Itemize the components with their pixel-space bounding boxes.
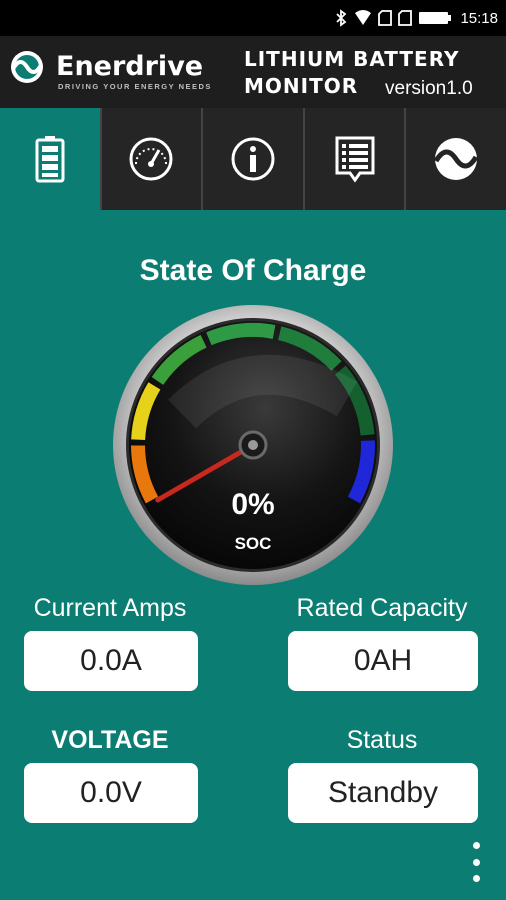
speedometer-icon	[129, 137, 173, 181]
list-icon	[335, 136, 375, 183]
sim-icon	[378, 10, 393, 26]
status-label: Status	[346, 726, 418, 754]
clock: 15:18	[460, 9, 498, 27]
tab-speedometer[interactable]	[99, 108, 202, 210]
overflow-dot	[472, 875, 480, 882]
sim2-icon	[398, 10, 413, 26]
brand-tagline: DRIVING YOUR ENERGY NEEDS	[58, 82, 212, 91]
soc-label: SOC	[234, 534, 272, 553]
status-value: Standby	[288, 763, 478, 823]
app-title-line1: LITHIUM BATTERY	[244, 47, 460, 71]
tab-bar	[0, 108, 506, 210]
app-version: version1.0	[385, 78, 473, 99]
overflow-menu-button[interactable]	[466, 842, 486, 882]
soc-value: 0%	[231, 488, 275, 521]
enerdrive-logo-icon	[11, 51, 43, 83]
info-icon	[231, 137, 275, 181]
gauge-title: State Of Charge	[139, 254, 367, 287]
voltage-label: VOLTAGE	[51, 726, 169, 754]
status-icons: 15:18	[334, 0, 498, 36]
battery-status-icon	[418, 11, 452, 25]
status-bar: 15:18	[0, 0, 506, 36]
rated-capacity-label: Rated Capacity	[296, 594, 468, 622]
bluetooth-icon	[334, 9, 348, 27]
gauge-scale-segment	[206, 323, 276, 346]
tab-info[interactable]	[201, 108, 303, 210]
battery-icon	[35, 136, 65, 183]
rated-capacity-value: 0AH	[288, 631, 478, 691]
voltage-value: 0.0V	[24, 763, 198, 823]
app-title-line2: MONITOR	[244, 74, 359, 98]
app-header: Enerdrive DRIVING YOUR ENERGY NEEDS LITH…	[0, 36, 506, 108]
wifi-icon	[354, 10, 372, 26]
tab-battery[interactable]	[0, 108, 100, 210]
enerdrive-logo-icon	[434, 138, 479, 180]
overflow-dot	[472, 858, 480, 866]
brand-name: Enerdrive	[56, 51, 204, 82]
current-amps-value: 0.0A	[24, 631, 198, 691]
tab-log[interactable]	[302, 108, 405, 210]
overflow-dot	[472, 842, 480, 849]
current-amps-label: Current Amps	[33, 594, 187, 622]
tab-enerdrive[interactable]	[404, 108, 506, 210]
